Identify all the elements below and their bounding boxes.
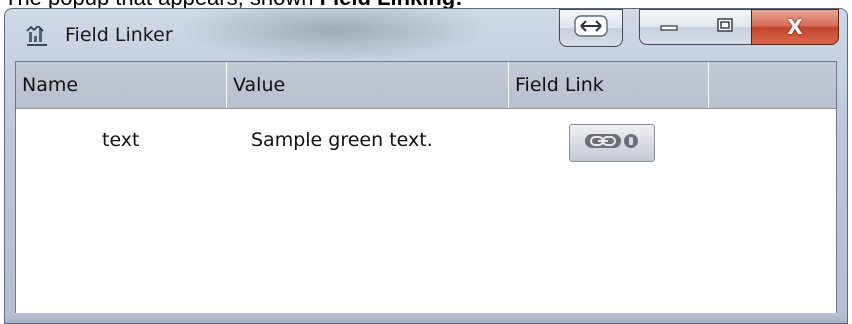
column-header-field-link[interactable]: Field Link [509,62,709,108]
table-row[interactable]: text Sample green text. [16,109,836,173]
column-header-value[interactable]: Value [227,62,509,108]
row-name-cell: text [102,129,140,151]
minimize-icon [659,18,679,37]
resize-button[interactable] [559,9,623,47]
chain-link-icon [583,130,641,157]
column-header-name[interactable]: Name [16,62,227,108]
field-linker-window: Field Linker X Name Value Field Link tex… [4,8,848,324]
screen: The popup that appears, shown Field Link… [0,0,852,324]
close-icon: X [787,15,803,39]
window-bottom-border [5,313,847,323]
field-linker-app-icon [25,24,49,48]
double-arrow-icon [574,14,608,42]
window-title: Field Linker [65,24,173,46]
grid-header: Name Value Field Link [16,62,836,109]
title-bar[interactable]: Field Linker X [5,9,847,59]
maximize-icon [716,17,734,38]
field-link-button[interactable] [569,124,655,162]
maximize-button[interactable] [698,9,752,45]
close-button[interactable]: X [751,9,839,45]
column-header-empty[interactable] [709,62,836,108]
row-value-cell: Sample green text. [251,129,433,151]
field-link-grid: Name Value Field Link text Sample green … [15,61,837,315]
minimize-button[interactable] [639,9,699,45]
